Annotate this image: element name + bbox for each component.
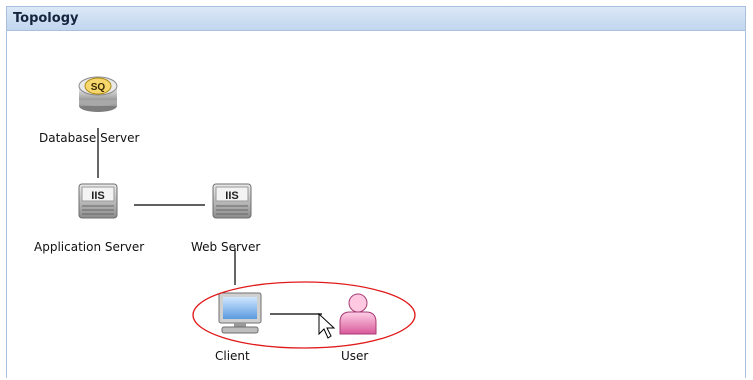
sql-database-icon: SQ [78,76,118,112]
user-node[interactable] [339,293,377,335]
database-server-label: Database Server [39,131,140,145]
database-server-node[interactable]: SQ [78,76,118,112]
iis-server-icon: IIS [212,183,252,219]
web-server-label: Web Server [191,240,261,254]
mouse-cursor-icon [318,312,336,339]
application-server-label: Application Server [34,240,145,254]
web-server-node[interactable]: IIS [212,183,252,219]
monitor-icon [218,292,262,334]
topology-diagram: SQ IIS IIS [78,76,416,349]
user-label: User [341,349,369,363]
iis-badge-text: IIS [91,190,104,202]
client-node[interactable] [218,292,262,334]
iis-badge-text: IIS [225,190,238,202]
application-server-node[interactable]: IIS [78,183,118,219]
sql-badge-text: SQ [91,82,106,93]
iis-server-icon: IIS [78,183,118,219]
user-icon [339,293,377,335]
client-label: Client [215,349,250,363]
